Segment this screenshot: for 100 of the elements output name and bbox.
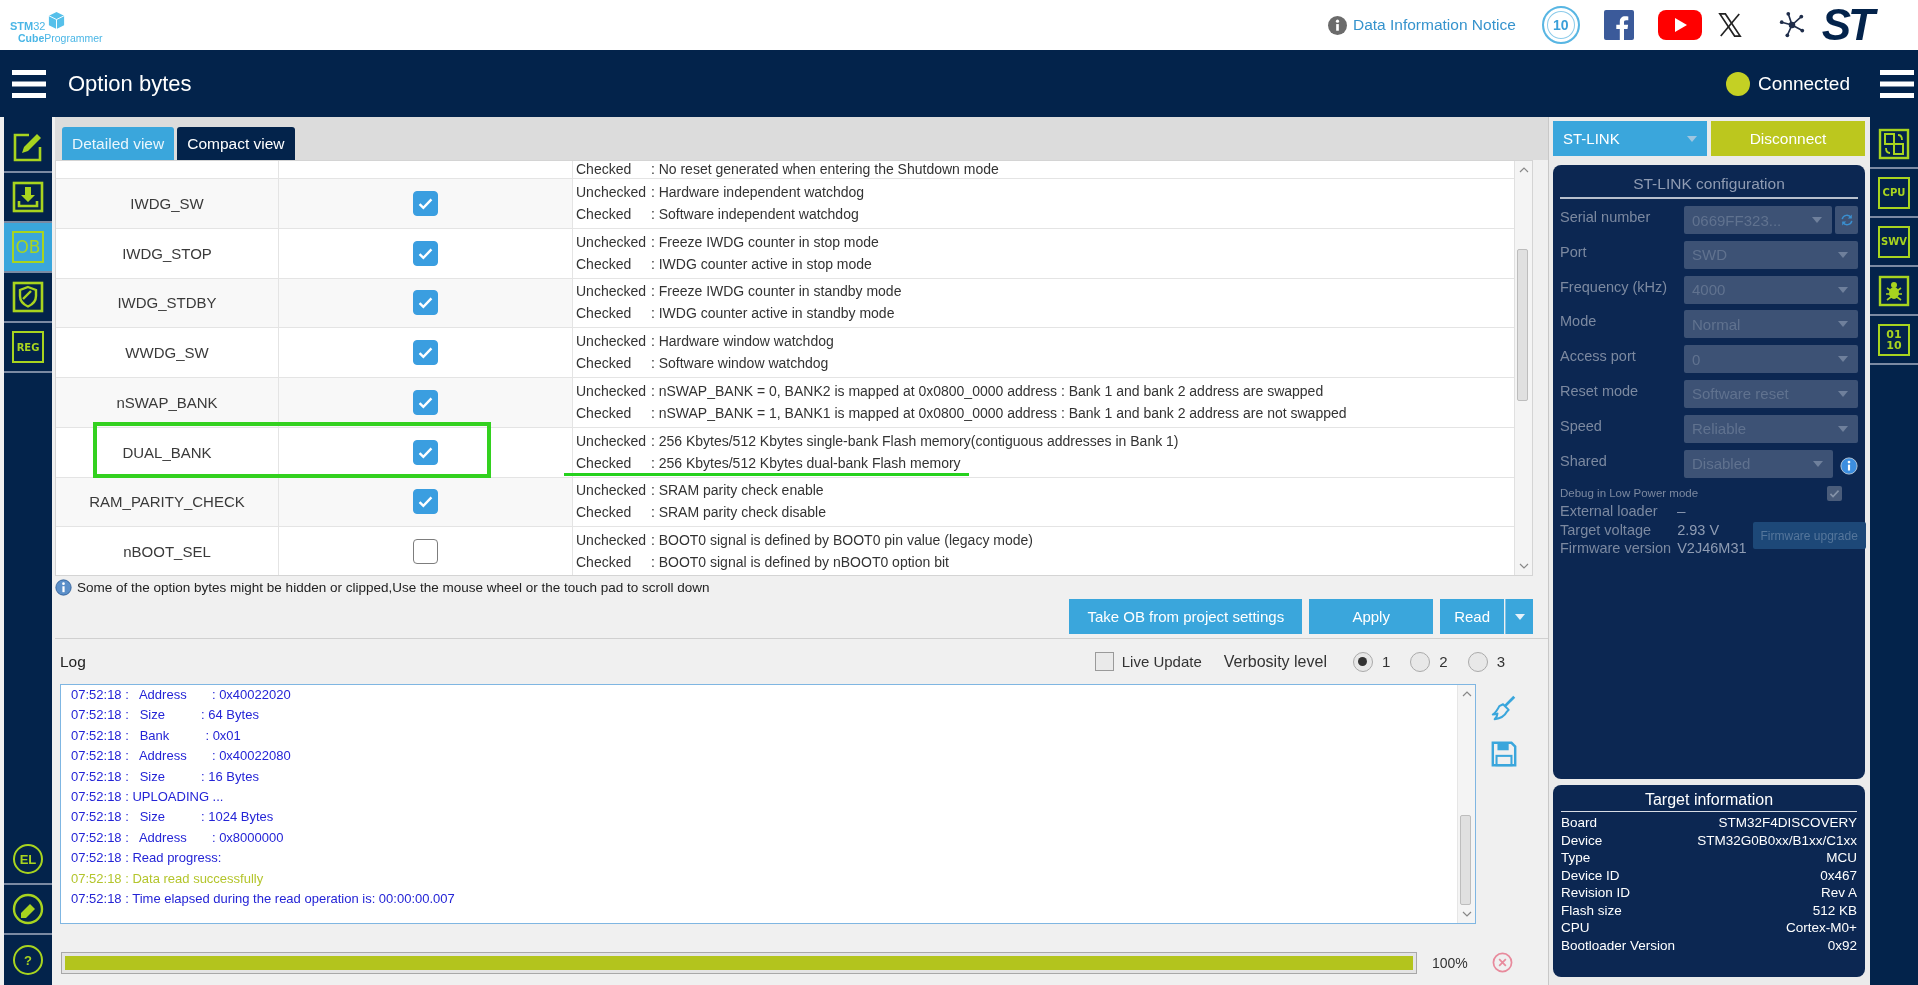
log-line: 07:52:18 : Data read successfully	[71, 869, 265, 888]
description-line: Checked : 256 Kbytes/512 Kbytes dual-bank Flash memory	[576, 453, 961, 472]
description-line: Unchecked : BOOT0 signal is defined by BOOT0 pin value (legacy mode)	[576, 531, 1033, 550]
tool-item[interactable]: CPU	[1870, 169, 1918, 218]
field-label: Shared	[1560, 451, 1608, 469]
log-line: 07:52:18 : Address : 0x8000000	[71, 828, 285, 847]
progress-reading: 100%	[1432, 954, 1468, 973]
option-name: DUAL_BANK	[122, 443, 212, 461]
caret-icon	[1838, 391, 1848, 397]
field-label: Debug in Low Power mode	[1560, 487, 1699, 500]
description-line: Checked : BOOT0 signal is defined by nBOOT0 option bit	[576, 553, 949, 572]
disconnect-button[interactable]: Disconnect	[1711, 121, 1865, 156]
anniversary-badge: 10	[1541, 6, 1580, 44]
tool-item[interactable]: 01 10	[1870, 316, 1918, 365]
checkbox[interactable]	[413, 290, 438, 316]
info-icon[interactable]	[1840, 456, 1858, 475]
description-line: Checked : SRAM parity check disable	[576, 503, 826, 522]
x-logo-icon[interactable]	[1717, 13, 1742, 37]
logo-text: STM32	[10, 19, 46, 32]
option-name: WWDG_SW	[125, 344, 209, 362]
field-label: Speed	[1560, 416, 1603, 434]
description-line: Checked : Software window watchdog	[576, 354, 829, 373]
description-line: Unchecked : 256 Kbytes/512 Kbytes single-bank Flash memory(contiguous addresses in Bank 1)	[576, 431, 1179, 450]
scroll-down-icon[interactable]	[1517, 562, 1530, 570]
menu-icon[interactable]	[1880, 69, 1914, 98]
log-line: 07:52:18 : Read progress:	[71, 849, 223, 868]
description-line: Unchecked : Hardware independent watchdog	[576, 182, 865, 201]
probe-select[interactable]: ST-LINK	[1553, 121, 1707, 156]
shield-icon	[12, 281, 44, 313]
option-name: RAM_PARITY_CHECK	[89, 493, 245, 511]
verbosity-label: Verbosity level	[1223, 652, 1327, 671]
live-update-checkbox[interactable]: Live Update	[1094, 652, 1202, 671]
cancel-icon[interactable]	[1491, 952, 1513, 973]
field-label: Mode	[1560, 312, 1598, 330]
pencil-circle-icon	[12, 893, 44, 925]
option-name: nSWAP_BANK	[116, 393, 218, 411]
pencil-icon	[12, 131, 44, 163]
view-tab[interactable]: Compact view	[177, 127, 295, 160]
brand-logo[interactable]: ST	[1821, 3, 1902, 47]
caret-icon	[1687, 135, 1697, 142]
sidebar-item[interactable]: ?	[4, 935, 52, 985]
sidebar-item[interactable]: EL	[4, 835, 52, 885]
scroll-up-icon[interactable]	[1460, 690, 1473, 698]
page-title: Option bytes	[68, 70, 192, 97]
description-line: Unchecked : Freeze IWDG counter in stop mode	[576, 232, 879, 251]
scroll-up-icon[interactable]	[1517, 166, 1530, 174]
info-value: STM32F4DISCOVERY	[1718, 814, 1857, 832]
tool-item[interactable]: SWV	[1870, 218, 1918, 267]
checkbox[interactable]	[413, 389, 438, 415]
info-value: MCU	[1826, 849, 1857, 867]
view-tab[interactable]: Detailed view	[62, 127, 175, 160]
description-line: Checked : No reset generated when entering the Shutdown mode	[576, 161, 1000, 177]
action-button[interactable]: Take OB from project settings	[1069, 599, 1303, 634]
action-button[interactable]: Apply	[1309, 599, 1434, 634]
pages-icon	[1878, 127, 1910, 160]
log-line: 07:52:18 : UPLOADING ...	[71, 788, 225, 807]
scrollbar-thumb[interactable]	[1460, 815, 1471, 905]
field-label: Frequency (kHz)	[1560, 277, 1669, 295]
menu-icon[interactable]	[12, 69, 46, 98]
field-value: 2.93 V	[1677, 520, 1720, 540]
network-icon[interactable]	[1777, 11, 1806, 39]
scroll-down-icon[interactable]	[1460, 910, 1473, 918]
info-label: CPU	[1561, 919, 1590, 937]
option-name: IWDG_STDBY	[117, 294, 217, 312]
description-line: Checked : IWDG counter active in stop mode	[576, 254, 872, 273]
field-label: External loader	[1560, 502, 1659, 521]
description-line: Unchecked : nSWAP_BANK = 0, BANK2 is mapped at 0x0800_0000 address : Bank 1 and bank 2 address are swapped	[576, 381, 1324, 400]
refresh-button[interactable]	[1835, 206, 1858, 234]
info-icon	[55, 578, 72, 596]
checkbox[interactable]	[413, 539, 438, 565]
checkbox[interactable]	[413, 190, 438, 216]
play-button-icon[interactable]	[1657, 10, 1702, 40]
sidebar-item[interactable]: OB	[4, 223, 52, 273]
caret-icon	[1838, 356, 1848, 363]
f-logo-icon[interactable]	[1603, 10, 1634, 40]
panel-title: Target information	[1561, 789, 1857, 812]
info-value: Cortex-M0+	[1786, 919, 1857, 937]
dropdown-button[interactable]	[1505, 599, 1533, 634]
save-icon[interactable]	[1490, 740, 1518, 768]
log-title: Log	[60, 652, 86, 671]
broom-icon[interactable]	[1490, 694, 1518, 722]
notice-link[interactable]: Data Information Notice	[1352, 16, 1516, 34]
read-button[interactable]: Read	[1440, 599, 1504, 634]
checkbox[interactable]	[413, 439, 438, 465]
info-label: Flash size	[1561, 901, 1622, 919]
info-label: Revision ID	[1561, 884, 1631, 902]
checkbox[interactable]	[413, 340, 438, 366]
checkbox[interactable]	[413, 489, 438, 515]
field-value: V2J46M31	[1677, 539, 1747, 558]
checkbox[interactable]	[413, 240, 438, 266]
info-value: 0x467	[1820, 866, 1857, 884]
option-name: IWDG_SW	[130, 194, 204, 212]
download-icon	[12, 181, 44, 213]
caret-icon	[1838, 425, 1848, 432]
scrollbar-thumb[interactable]	[1517, 249, 1528, 401]
sidebar-item[interactable]: REG	[4, 323, 52, 373]
field-value: _	[1677, 497, 1686, 515]
info-label: Type	[1561, 849, 1591, 867]
connection-status: Connected	[1758, 72, 1850, 95]
scroll-hint: Some of the option bytes might be hidden or clipped,Use the mouse wheel or the touch pad to scroll down	[77, 579, 710, 595]
